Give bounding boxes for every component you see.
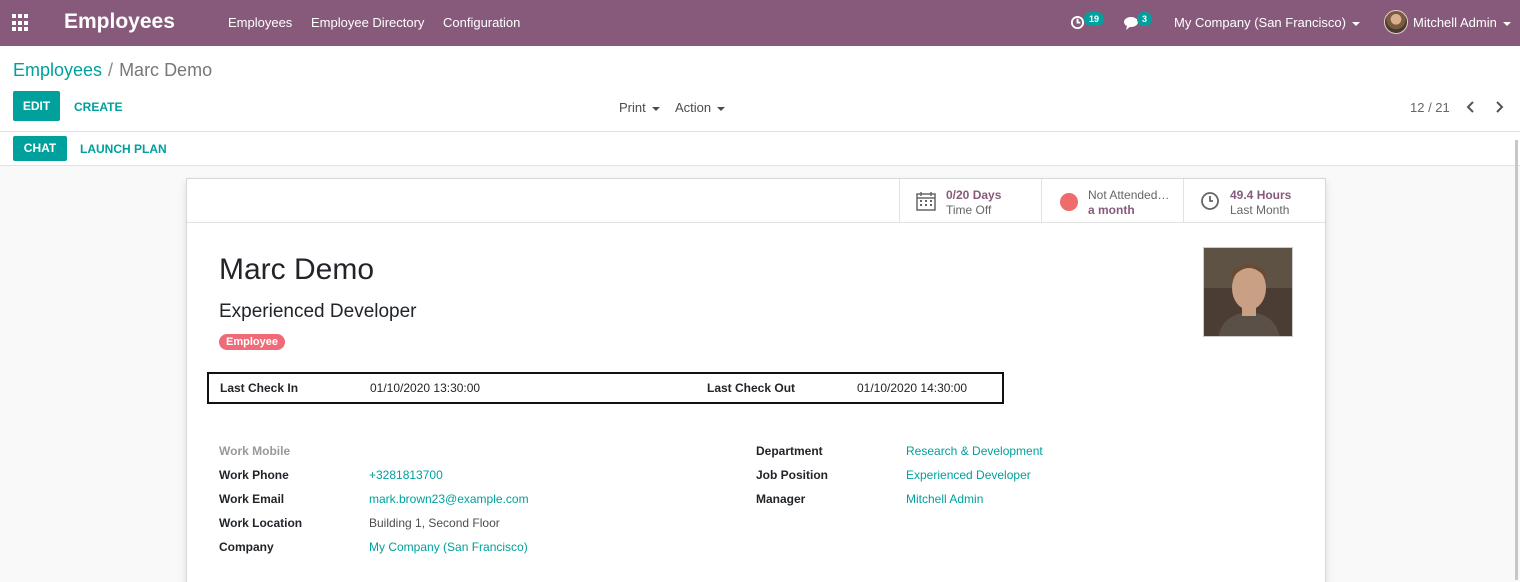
work-location-value: Building 1, Second Floor [369,516,500,530]
menu-configuration[interactable]: Configuration [443,15,520,30]
time-off-label: Time Off [946,203,992,217]
menu-employees[interactable]: Employees [228,15,292,30]
user-avatar[interactable] [1384,10,1408,34]
app-title[interactable]: Employees [64,10,175,34]
chevron-down-icon [1351,21,1360,26]
top-navbar: Employees Employees Employee Directory C… [0,0,1520,46]
activity-count-badge: 19 [1084,12,1105,26]
absent-status-icon [1060,193,1078,211]
breadcrumb-current: Marc Demo [119,60,213,80]
hours-label: Last Month [1230,203,1290,217]
chevron-down-icon [717,106,726,111]
breadcrumb-employees[interactable]: Employees [13,60,102,80]
user-name: Mitchell Admin [1413,15,1497,30]
company-value[interactable]: My Company (San Francisco) [369,540,528,554]
clock-icon [1200,191,1220,211]
department-label: Department [756,444,823,458]
hours-smart-button[interactable]: 49.4 Hours Last Month [1183,179,1326,223]
employee-tag[interactable]: Employee [219,334,285,350]
edit-button[interactable]: EDIT [13,91,60,121]
work-mobile-label: Work Mobile [219,444,291,458]
attendance-value: Not Attended… [1088,188,1170,202]
time-off-value: 0/20 Days [946,188,1002,202]
job-position-value[interactable]: Experienced Developer [906,468,1031,482]
user-menu[interactable]: Mitchell Admin [1413,15,1511,30]
breadcrumb-separator: / [108,60,114,80]
last-check-out-label: Last Check Out [707,381,796,395]
hours-value: 49.4 Hours [1230,188,1292,202]
job-position-label: Job Position [756,468,828,482]
apps-menu-icon[interactable] [12,14,30,32]
calendar-icon [916,191,936,211]
company-switcher[interactable]: My Company (San Francisco) [1174,15,1360,30]
employee-photo[interactable] [1203,247,1293,337]
work-phone-label: Work Phone [219,468,289,482]
company-name: My Company (San Francisco) [1174,15,1346,30]
control-panel: Employees / Marc Demo EDIT CREATE Print Ac… [0,46,1520,132]
page-scrollbar[interactable] [1515,140,1518,580]
work-email-value[interactable]: mark.brown23@example.com [369,492,529,506]
chevron-down-icon [651,106,660,111]
work-phone-value[interactable]: +3281813700 [369,468,443,482]
pager-previous-icon[interactable] [1466,100,1476,116]
breadcrumb: Employees / Marc Demo [13,60,212,81]
create-button[interactable]: CREATE [74,100,122,114]
action-dropdown[interactable]: Action [675,100,726,115]
last-check-in-value: 01/10/2020 13:30:00 [370,381,481,395]
company-label: Company [219,540,274,554]
last-check-out-value: 01/10/2020 14:30:00 [857,381,968,395]
chevron-down-icon [1502,21,1511,26]
print-label: Print [619,100,646,115]
time-off-smart-button[interactable]: 0/20 Days Time Off [899,179,1042,223]
pager-next-icon[interactable] [1494,100,1504,116]
work-location-label: Work Location [219,516,303,530]
status-bar: CHAT LAUNCH PLAN [0,132,1520,166]
manager-value[interactable]: Mitchell Admin [906,492,983,506]
launch-plan-button[interactable]: LAUNCH PLAN [80,142,167,156]
form-sheet: 0/20 Days Time Off Not Attended… a month… [186,178,1326,582]
print-dropdown[interactable]: Print [619,100,660,115]
smart-button-box: 0/20 Days Time Off Not Attended… a month… [187,179,1325,223]
work-email-label: Work Email [219,492,285,506]
pager-value[interactable]: 12 / 21 [1410,100,1450,115]
menu-employee-directory[interactable]: Employee Directory [311,15,424,30]
employee-name[interactable]: Marc Demo [219,253,374,287]
action-label: Action [675,100,712,115]
employee-job-title[interactable]: Experienced Developer [219,301,417,323]
attendance-checkin-box: Last Check In 01/10/2020 13:30:00 Last C… [207,372,1004,404]
attendance-label: a month [1088,203,1135,217]
department-value[interactable]: Research & Development [906,444,1043,458]
last-check-in-label: Last Check In [220,381,299,395]
messages-count-badge: 3 [1137,12,1153,26]
chat-button[interactable]: CHAT [13,136,67,161]
manager-label: Manager [756,492,806,506]
attendance-smart-button[interactable]: Not Attended… a month [1041,179,1184,223]
